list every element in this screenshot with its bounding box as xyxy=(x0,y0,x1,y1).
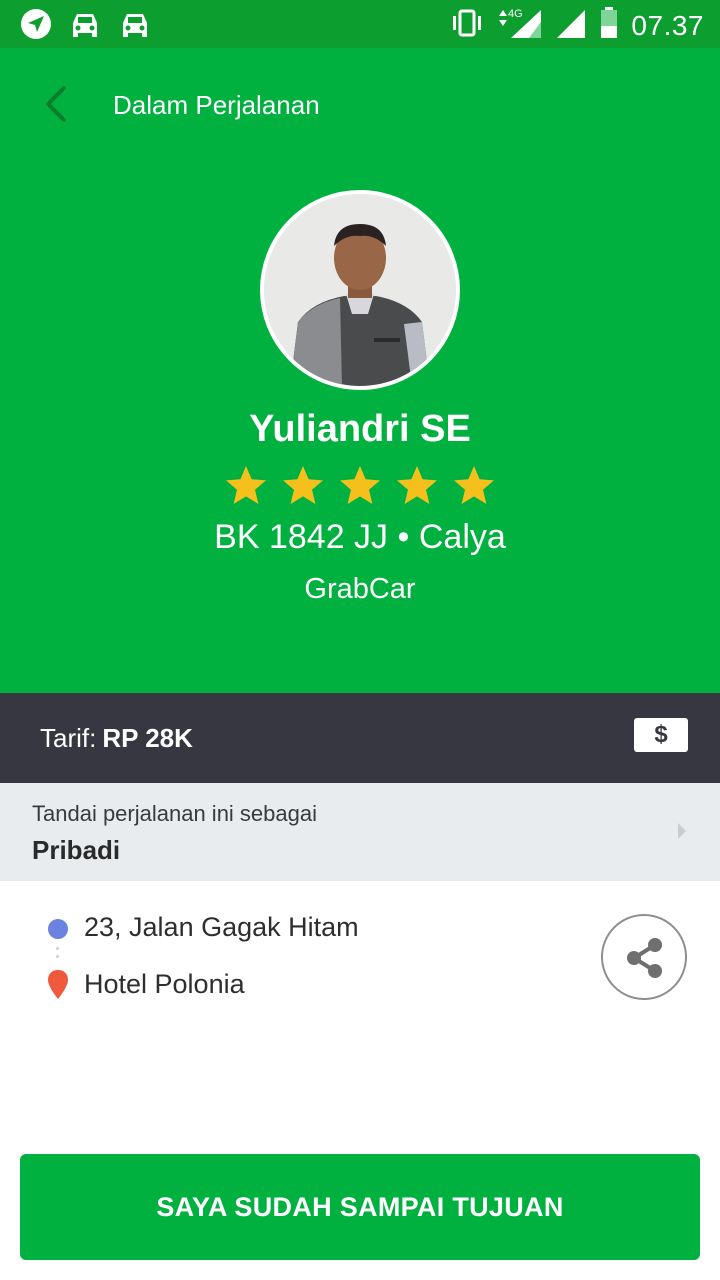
car-icon xyxy=(118,9,152,44)
driver-photo xyxy=(264,194,456,386)
car-icon xyxy=(68,9,102,44)
location-pin-icon xyxy=(48,970,68,999)
arrived-at-destination-button[interactable]: SAYA SUDAH SAMPAI TUJUAN xyxy=(20,1154,700,1260)
vehicle-model: Calya xyxy=(418,518,506,556)
route-connector xyxy=(56,947,60,967)
dropoff-location: Hotel Polonia xyxy=(84,969,245,999)
vehicle-info: BK 1842 JJ • Calya xyxy=(0,518,720,557)
fare-bar: Tarif: RP 28K $ xyxy=(0,693,720,783)
status-bar-system: 4G 07.37 xyxy=(449,6,704,45)
status-bar-notifications xyxy=(20,8,152,45)
pickup-dot-icon xyxy=(48,919,68,939)
fare-info: Tarif: RP 28K xyxy=(40,723,193,754)
status-bar: 4G 07.37 xyxy=(0,0,720,48)
navigation-icon xyxy=(20,8,52,45)
clock: 07.37 xyxy=(631,9,704,41)
star-icon xyxy=(454,466,494,504)
fare-label: Tarif: xyxy=(40,723,97,753)
star-icon xyxy=(226,466,266,504)
star-icon xyxy=(397,466,437,504)
battery-icon xyxy=(599,6,619,45)
share-icon xyxy=(627,938,662,978)
star-icon xyxy=(283,466,323,504)
driver-avatar xyxy=(260,190,460,390)
star-icon xyxy=(340,466,380,504)
signal-icon xyxy=(555,6,587,45)
chevron-right-icon xyxy=(678,823,686,839)
fare-value: RP 28K xyxy=(102,723,193,753)
vibrate-icon xyxy=(449,7,485,44)
trip-tag-label: Tandai perjalanan ini sebagai xyxy=(32,801,317,826)
trip-tag-selector[interactable]: Tandai perjalanan ini sebagai Pribadi xyxy=(0,783,720,881)
driver-rating xyxy=(224,464,496,510)
back-arrow-icon xyxy=(46,86,66,122)
route-section: 23, Jalan Gagak Hitam Hotel Polonia xyxy=(0,881,720,1121)
trip-tag-value: Pribadi xyxy=(32,835,121,865)
pickup-location: 23, Jalan Gagak Hitam xyxy=(84,912,359,942)
trip-header: Dalam Perjalanan Yuliandri SE BK 1842 JJ… xyxy=(0,48,720,693)
signal-icon: 4G xyxy=(497,6,543,45)
share-trip-button[interactable] xyxy=(601,914,687,1000)
page-title: Dalam Perjalanan xyxy=(113,90,320,120)
vehicle-plate: BK 1842 JJ xyxy=(214,518,389,556)
vehicle-separator: • xyxy=(397,518,410,556)
back-button[interactable] xyxy=(36,82,80,126)
service-type: GrabCar xyxy=(304,573,416,605)
svg-text:4G: 4G xyxy=(508,8,523,20)
driver-name: Yuliandri SE xyxy=(249,408,471,450)
cash-payment-icon: $ xyxy=(634,718,688,752)
